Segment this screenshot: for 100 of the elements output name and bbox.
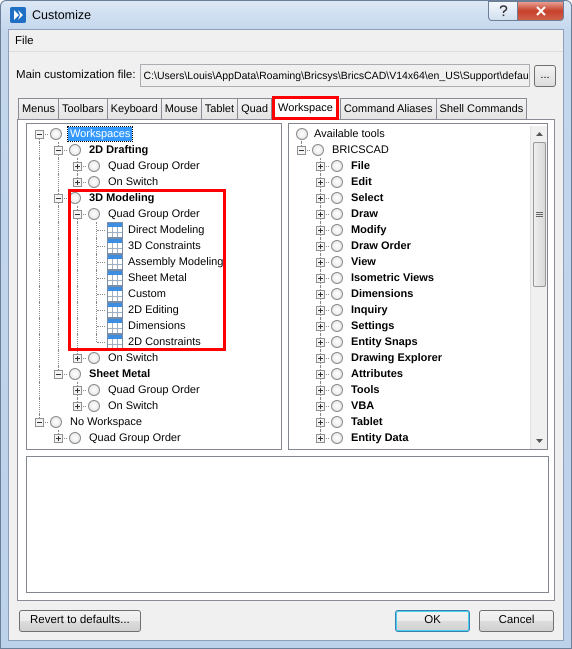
tree-item[interactable]: Sheet Metal xyxy=(87,366,152,380)
collapse-toggle[interactable] xyxy=(297,146,306,154)
scrollbar[interactable] xyxy=(530,126,547,448)
expand-toggle[interactable] xyxy=(316,434,325,442)
node-icon xyxy=(331,288,343,300)
collapse-toggle[interactable] xyxy=(54,194,63,202)
node-icon xyxy=(331,176,343,188)
expand-toggle[interactable] xyxy=(54,434,63,442)
tree-item[interactable]: Sheet Metal xyxy=(126,270,189,284)
expand-toggle[interactable] xyxy=(316,226,325,234)
tree-item[interactable]: Draw xyxy=(349,206,380,220)
tree-item[interactable]: 2D Drafting xyxy=(87,142,150,156)
tree-item[interactable]: Direct Modeling xyxy=(126,222,206,236)
tree-item[interactable]: 3D Constraints xyxy=(126,238,203,252)
expand-toggle[interactable] xyxy=(316,402,325,410)
expand-toggle[interactable] xyxy=(316,418,325,426)
scroll-up-icon[interactable] xyxy=(536,132,542,136)
expand-toggle[interactable] xyxy=(316,306,325,314)
tab[interactable]: Workspace xyxy=(272,96,339,120)
tree-item[interactable]: Select xyxy=(349,190,386,204)
expand-toggle[interactable] xyxy=(316,178,325,186)
node-icon xyxy=(331,336,343,348)
node-icon xyxy=(331,320,343,332)
tree-item[interactable]: On Switch xyxy=(106,350,160,364)
help-icon xyxy=(498,5,508,17)
tree-item[interactable]: Inquiry xyxy=(349,302,390,316)
expand-toggle[interactable] xyxy=(73,402,82,410)
close-button[interactable] xyxy=(518,1,564,21)
dialog-button[interactable]: Cancel xyxy=(479,610,554,632)
tree-item[interactable]: BRICSCAD xyxy=(330,142,391,156)
menu-item[interactable]: File xyxy=(13,34,36,48)
expand-toggle[interactable] xyxy=(316,290,325,298)
close-icon xyxy=(536,6,546,16)
tree-item[interactable]: VBA xyxy=(349,398,376,412)
collapse-toggle[interactable] xyxy=(35,418,44,426)
node-icon xyxy=(50,128,62,140)
tree-item[interactable]: No Workspace xyxy=(68,414,144,428)
revert-button[interactable]: Revert to defaults... xyxy=(19,610,141,632)
scroll-thumb[interactable] xyxy=(532,142,546,286)
tree-item[interactable]: Entity Snaps xyxy=(349,334,420,348)
tree-item[interactable]: Drawing Explorer xyxy=(349,350,444,364)
dialog-button[interactable]: OK xyxy=(395,610,470,632)
tree-item[interactable]: Tablet xyxy=(349,414,385,428)
tab[interactable]: Tablet xyxy=(200,98,238,118)
browse-button[interactable]: ... xyxy=(534,64,556,86)
expand-toggle[interactable] xyxy=(316,386,325,394)
tab[interactable]: Keyboard xyxy=(106,98,162,118)
tree-item[interactable]: On Switch xyxy=(106,174,160,188)
tree-item[interactable]: Attributes xyxy=(349,366,405,380)
tree-item[interactable]: Draw Order xyxy=(349,238,413,252)
tree-item[interactable]: Custom xyxy=(126,286,168,300)
tree-item[interactable]: Quad Group Order xyxy=(87,430,183,444)
file-path-field[interactable]: C:\Users\Louis\AppData\Roaming\Bricsys\BricsCAD\V14x64\en_US\Support\defau xyxy=(140,64,530,87)
tree-item[interactable]: Available tools xyxy=(312,126,387,140)
expand-toggle[interactable] xyxy=(316,210,325,218)
tree-item[interactable]: Dimensions xyxy=(349,286,416,300)
tree-item[interactable]: Modify xyxy=(349,222,388,236)
tree-item[interactable]: Dimensions xyxy=(126,318,188,332)
tree-item[interactable]: Quad Group Order xyxy=(106,206,202,220)
tab[interactable]: Quad xyxy=(237,98,272,118)
expand-toggle[interactable] xyxy=(316,258,325,266)
tree-item[interactable]: On Switch xyxy=(106,398,160,412)
node-icon xyxy=(331,256,343,268)
tab[interactable]: Toolbars xyxy=(58,98,108,118)
tree-item[interactable]: Tools xyxy=(349,382,382,396)
expand-toggle[interactable] xyxy=(73,354,82,362)
collapse-toggle[interactable] xyxy=(35,130,44,138)
collapse-toggle[interactable] xyxy=(54,146,63,154)
collapse-toggle[interactable] xyxy=(54,370,63,378)
expand-toggle[interactable] xyxy=(316,370,325,378)
tab[interactable]: Menus xyxy=(18,98,60,118)
node-icon xyxy=(331,192,343,204)
expand-toggle[interactable] xyxy=(316,274,325,282)
tree-item[interactable]: Quad Group Order xyxy=(106,158,202,172)
node-icon xyxy=(331,432,343,444)
tree-item[interactable]: Assembly Modeling xyxy=(126,254,226,268)
tree-item[interactable]: Settings xyxy=(349,318,396,332)
expand-toggle[interactable] xyxy=(73,386,82,394)
tab[interactable]: Shell Commands xyxy=(436,98,528,118)
collapse-toggle[interactable] xyxy=(73,210,82,218)
tab[interactable]: Mouse xyxy=(160,98,202,118)
expand-toggle[interactable] xyxy=(316,338,325,346)
expand-toggle[interactable] xyxy=(73,178,82,186)
tree-item[interactable]: View xyxy=(349,254,378,268)
help-button[interactable] xyxy=(488,1,518,21)
expand-toggle[interactable] xyxy=(73,162,82,170)
tree-item[interactable]: 2D Editing xyxy=(126,302,181,316)
tree-item[interactable]: Isometric Views xyxy=(349,270,436,284)
node-icon xyxy=(69,144,81,156)
tab[interactable]: Command Aliases xyxy=(340,98,436,118)
expand-toggle[interactable] xyxy=(316,194,325,202)
expand-toggle[interactable] xyxy=(316,162,325,170)
tree-item[interactable]: File xyxy=(349,158,372,172)
expand-toggle[interactable] xyxy=(316,242,325,250)
expand-toggle[interactable] xyxy=(316,322,325,330)
tree-item[interactable]: Entity Data xyxy=(349,430,410,444)
expand-toggle[interactable] xyxy=(316,354,325,362)
tree-item[interactable]: Quad Group Order xyxy=(106,382,202,396)
tree-item[interactable]: Edit xyxy=(349,174,374,188)
scroll-down-icon[interactable] xyxy=(536,438,542,442)
